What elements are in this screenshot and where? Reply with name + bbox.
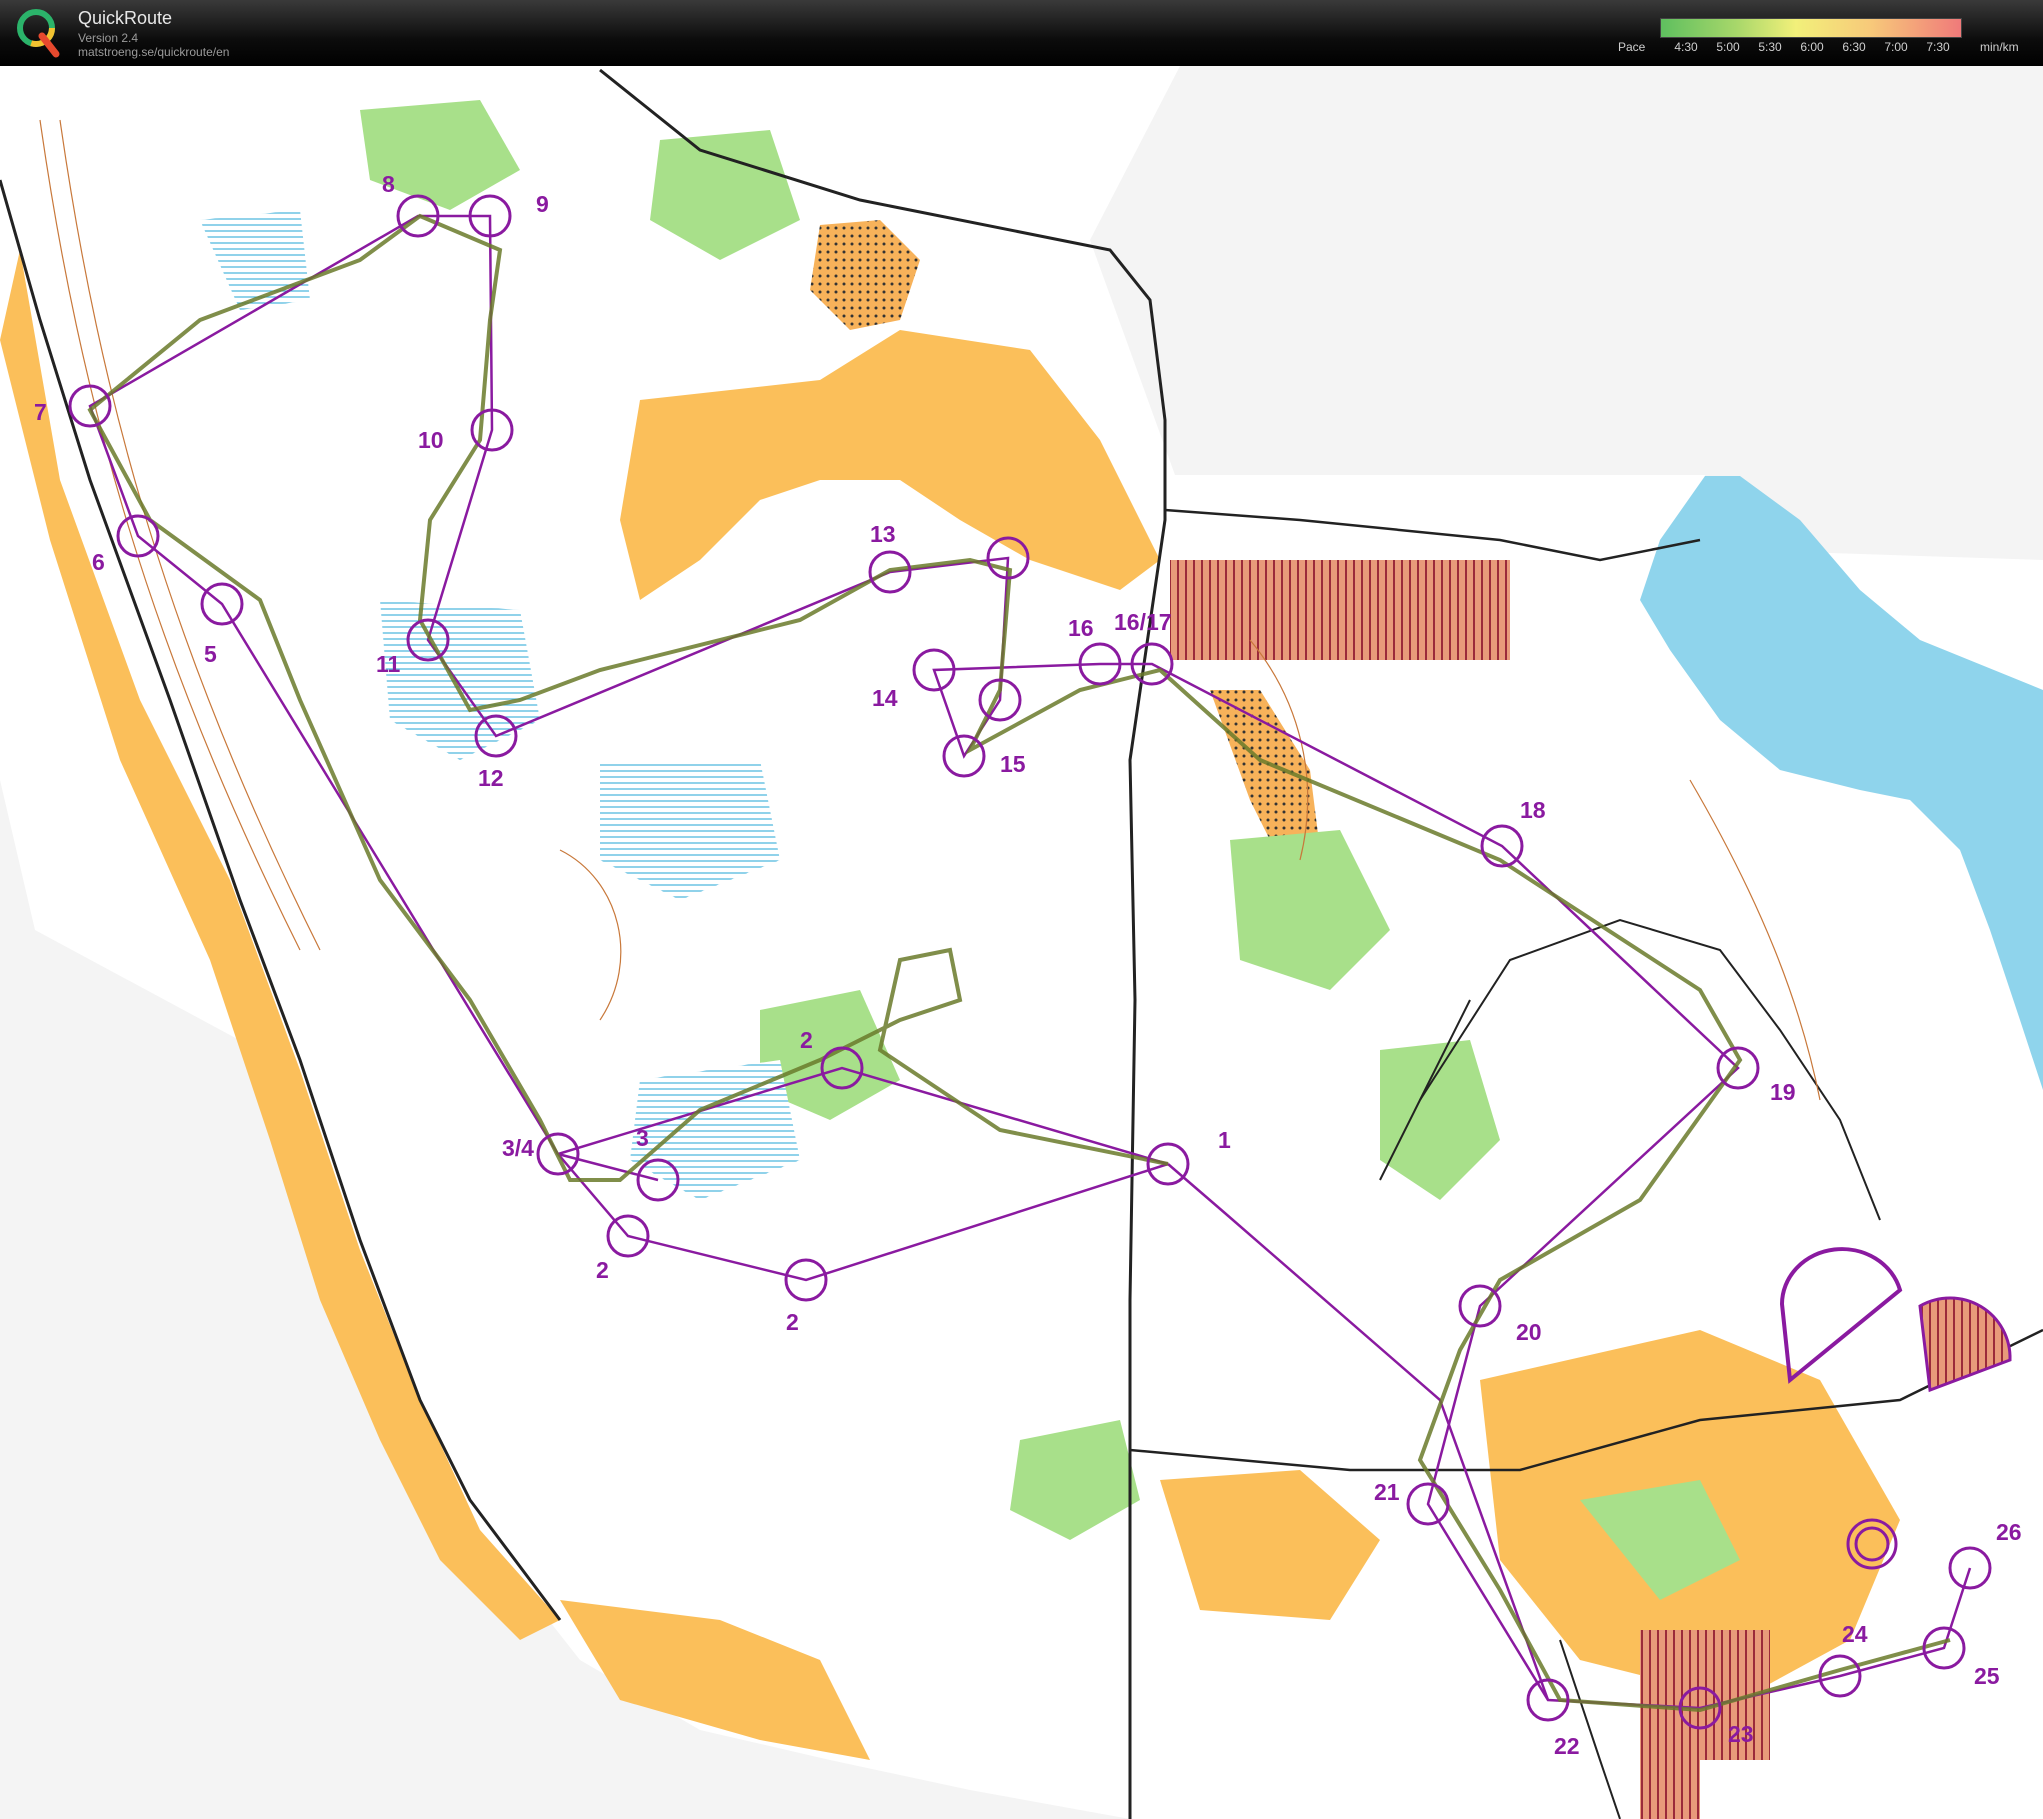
control-label: 26 [1996, 1519, 2022, 1545]
pace-tick: 5:30 [1758, 40, 1782, 54]
control-label: 1 [1218, 1127, 1231, 1153]
control-label: 13 [870, 521, 896, 547]
control-label: 3/4 [502, 1135, 534, 1161]
control-label: 14 [872, 685, 898, 711]
control-label: 7 [34, 399, 47, 425]
control-label: 18 [1520, 797, 1546, 823]
control-label: 9 [536, 191, 549, 217]
control-label: 21 [1374, 1479, 1400, 1505]
pace-color-scale [1660, 18, 1962, 38]
pace-tick: 4:30 [1674, 40, 1698, 54]
control-label: 16/17 [1114, 609, 1172, 635]
pace-tick: 7:00 [1884, 40, 1908, 54]
blank-area [1540, 66, 2043, 376]
control-label: 15 [1000, 751, 1026, 777]
control-label: 12 [478, 765, 504, 791]
title-bar: QuickRoute Version 2.4 matstroeng.se/qui… [0, 0, 2043, 66]
private-area [1170, 560, 1510, 660]
control-label: 2 [800, 1027, 813, 1053]
control-label: 25 [1974, 1663, 2000, 1689]
app-version: Version 2.4 [78, 31, 139, 45]
control-label: 3 [636, 1125, 649, 1151]
control-label: 19 [1770, 1079, 1796, 1105]
control-label: 2 [786, 1309, 799, 1335]
control-label: 8 [382, 171, 395, 197]
pace-tick: 7:30 [1926, 40, 1950, 54]
control-label: 10 [418, 427, 444, 453]
control-label: 20 [1516, 1319, 1542, 1345]
private-area [1640, 1730, 1700, 1819]
pace-tick: 5:00 [1716, 40, 1740, 54]
app-title: QuickRoute [78, 8, 173, 28]
pace-label: Pace [1618, 40, 1646, 54]
pace-tick: 6:30 [1842, 40, 1866, 54]
control-label: 22 [1554, 1733, 1580, 1759]
quickroute-logo-icon [17, 9, 60, 58]
quickroute-window: QuickRoute Version 2.4 matstroeng.se/qui… [0, 0, 2043, 1819]
orienteering-map[interactable]: 1 2 2 2 3 3/4 5 6 7 8 9 10 11 12 13 14 1… [0, 66, 2043, 1819]
pace-unit: min/km [1980, 40, 2019, 54]
control-label: 16 [1068, 615, 1094, 641]
control-label: 6 [92, 549, 105, 575]
pace-tick: 6:00 [1800, 40, 1824, 54]
control-label: 11 [376, 651, 401, 677]
control-label: 2 [596, 1257, 609, 1283]
control-label: 5 [204, 641, 217, 667]
control-label: 24 [1842, 1621, 1868, 1647]
control-label: 23 [1728, 1721, 1754, 1747]
app-url: matstroeng.se/quickroute/en [78, 45, 230, 59]
